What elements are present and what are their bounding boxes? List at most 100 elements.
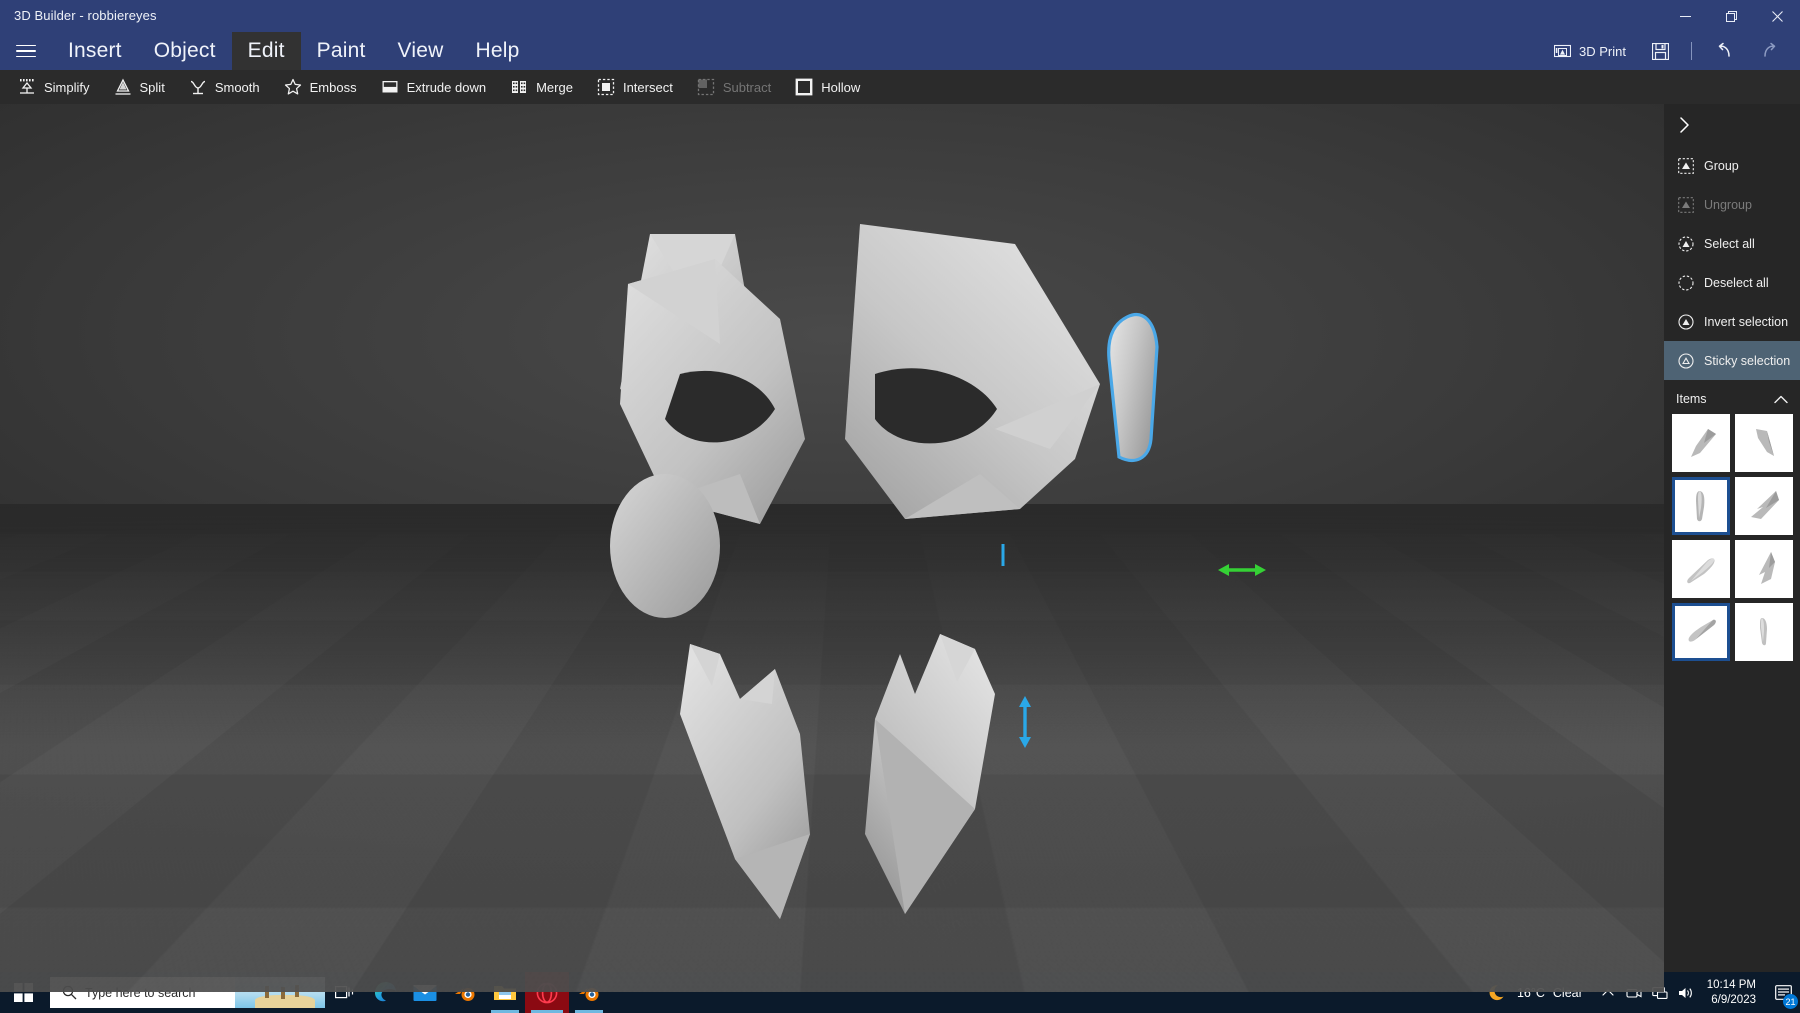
notification-badge: 21 <box>1783 994 1798 1009</box>
split-icon <box>115 78 131 95</box>
redo-button[interactable] <box>1748 32 1792 70</box>
tool-split[interactable]: Split <box>102 70 177 104</box>
maximize-button[interactable] <box>1708 0 1754 32</box>
title-bar: 3D Builder - robbiereyes <box>0 0 1800 32</box>
smooth-icon <box>190 80 205 95</box>
items-section-title: Items <box>1676 392 1707 406</box>
hamburger-menu[interactable] <box>0 32 52 70</box>
model-piece-left-cheek[interactable] <box>605 474 735 634</box>
3d-builder-icon[interactable] <box>569 972 609 1013</box>
item-thumb-8[interactable] <box>1735 603 1793 661</box>
intersect-icon <box>597 78 615 96</box>
item-thumb-5[interactable] <box>1672 540 1730 598</box>
tool-label: Simplify <box>44 79 90 95</box>
edit-toolstrip: Simplify Split Smooth Emboss Extrude dow… <box>0 70 1800 104</box>
toolbar-separator <box>1691 42 1692 60</box>
menu-item-paint[interactable]: Paint <box>301 32 382 70</box>
system-tray: 16°C Clear 10:14 PM 6/9/2023 21 <box>1477 972 1800 1013</box>
save-button[interactable] <box>1640 32 1681 70</box>
notifications-button[interactable]: 21 <box>1766 972 1800 1013</box>
microsoft-edge-icon[interactable] <box>365 972 405 1013</box>
clock-date: 6/9/2023 <box>1711 993 1756 1006</box>
deselect-all-icon <box>1678 274 1694 291</box>
tool-smooth[interactable]: Smooth <box>177 70 272 104</box>
3d-print-icon <box>1554 44 1572 58</box>
tool-merge[interactable]: Merge <box>498 70 585 104</box>
task-view-icon[interactable] <box>325 972 365 1013</box>
blender-icon[interactable] <box>445 972 485 1013</box>
redo-icon <box>1764 42 1776 57</box>
edit-side-panel: Group Ungroup Select all Deselect all In… <box>1664 104 1800 992</box>
menu-item-label: Edit <box>247 39 285 62</box>
menu-item-label: Object <box>153 39 216 62</box>
moon-icon <box>1489 984 1504 1000</box>
tool-intersect[interactable]: Intersect <box>585 70 685 104</box>
tool-hollow[interactable]: Hollow <box>783 70 872 104</box>
3d-viewport[interactable]: mm mm 50 mm 100 mm <box>0 104 1664 992</box>
ribbon-bar: Insert Object Edit Paint View Help 3D Pr… <box>0 32 1800 70</box>
menu-item-label: Insert <box>68 39 122 62</box>
menu-item-insert[interactable]: Insert <box>52 32 138 70</box>
tool-extrude-down[interactable]: Extrude down <box>369 70 499 104</box>
search-input[interactable]: Type here to search <box>50 977 325 1008</box>
weather-widget[interactable]: 16°C Clear <box>1477 972 1595 1013</box>
tool-emboss[interactable]: Emboss <box>272 70 369 104</box>
item-thumb-6[interactable] <box>1735 540 1793 598</box>
search-placeholder: Type here to search <box>85 985 196 1000</box>
3d-print-button[interactable]: 3D Print <box>1542 32 1638 70</box>
show-hidden-icons-button[interactable] <box>1595 972 1621 1013</box>
3d-print-label: 3D Print <box>1579 43 1626 59</box>
tool-subtract[interactable]: Subtract <box>685 70 783 104</box>
windows-taskbar: Type here to search 16°C Clear 10:14 PM … <box>0 972 1800 1013</box>
chevron-up-icon <box>1774 395 1788 403</box>
menu-item-view[interactable]: View <box>382 32 460 70</box>
panel-item-select-all[interactable]: Select all <box>1664 224 1800 263</box>
model-piece-selected-sliver[interactable] <box>1095 299 1205 489</box>
app-root: 3D Builder - robbiereyes Insert Object E… <box>0 0 1800 1013</box>
app-title: 3D Builder - robbiereyes <box>14 8 157 23</box>
item-thumb-2[interactable] <box>1735 414 1793 472</box>
sticky-selection-icon <box>1678 352 1694 369</box>
select-all-icon <box>1678 235 1694 252</box>
search-island-image <box>235 977 325 1008</box>
tool-label: Emboss <box>309 79 357 95</box>
mail-icon[interactable] <box>405 972 445 1013</box>
ungroup-icon <box>1678 196 1694 213</box>
start-button[interactable] <box>0 972 47 1013</box>
network-icon[interactable] <box>1647 972 1673 1013</box>
panel-item-deselect-all[interactable]: Deselect all <box>1664 263 1800 302</box>
tool-label: Merge <box>536 79 573 95</box>
model-piece-right-upper[interactable] <box>845 224 1115 524</box>
menu-item-edit[interactable]: Edit <box>231 32 301 70</box>
panel-expand-button[interactable] <box>1664 104 1800 146</box>
minimize-button[interactable] <box>1662 0 1708 32</box>
model-piece-right-jaw[interactable] <box>845 634 1025 954</box>
tool-simplify[interactable]: Simplify <box>6 70 102 104</box>
panel-item-invert-selection[interactable]: Invert selection <box>1664 302 1800 341</box>
hollow-icon <box>795 78 813 96</box>
model-piece-left-jaw[interactable] <box>680 644 840 954</box>
volume-icon[interactable] <box>1673 972 1699 1013</box>
file-explorer-icon[interactable] <box>485 972 525 1013</box>
subtract-icon <box>697 78 714 96</box>
maximize-icon <box>1725 10 1737 22</box>
menu-item-object[interactable]: Object <box>138 32 232 70</box>
undo-button[interactable] <box>1702 32 1746 70</box>
menu-item-help[interactable]: Help <box>459 32 535 70</box>
item-thumb-1[interactable] <box>1672 414 1730 472</box>
panel-item-group[interactable]: Group <box>1664 146 1800 185</box>
item-thumb-7[interactable] <box>1672 603 1730 661</box>
opera-icon[interactable] <box>525 972 569 1013</box>
clock[interactable]: 10:14 PM 6/9/2023 <box>1699 972 1766 1013</box>
item-thumb-4[interactable] <box>1735 477 1793 535</box>
close-button[interactable] <box>1754 0 1800 32</box>
panel-item-sticky-selection[interactable]: Sticky selection <box>1664 341 1800 380</box>
item-thumb-3[interactable] <box>1672 477 1730 535</box>
tool-label: Split <box>139 79 165 95</box>
camera-privacy-icon[interactable] <box>1621 972 1647 1013</box>
tool-label: Extrude down <box>406 79 487 95</box>
panel-item-label: Ungroup <box>1704 197 1752 212</box>
menu-item-label: Paint <box>316 39 366 62</box>
panel-item-ungroup[interactable]: Ungroup <box>1664 185 1800 224</box>
items-section-header[interactable]: Items <box>1664 380 1800 414</box>
